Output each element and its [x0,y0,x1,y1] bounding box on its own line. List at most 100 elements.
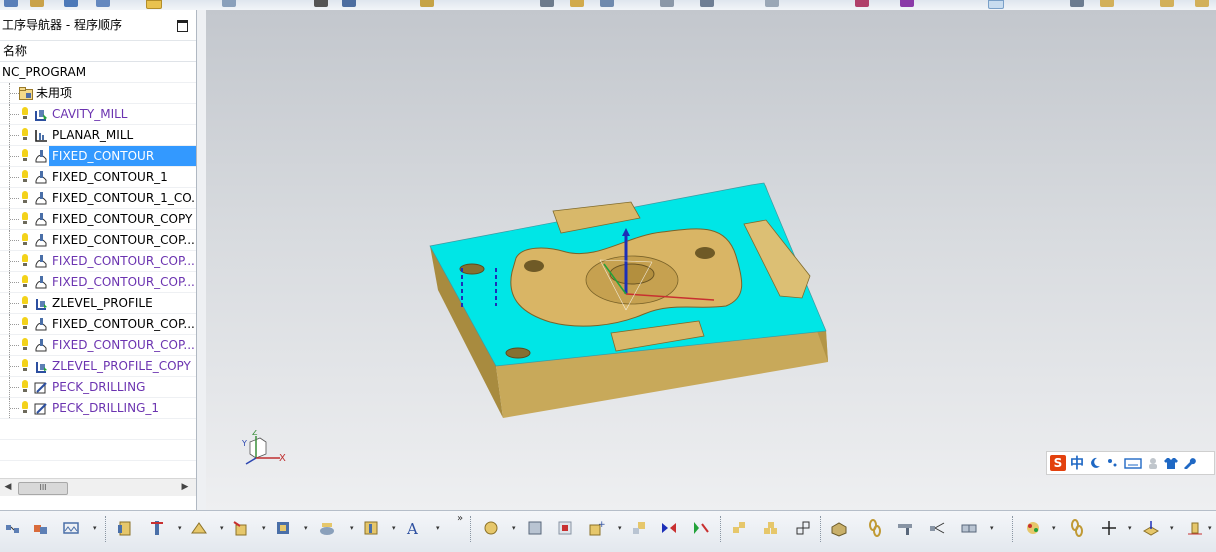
toolbar-icon[interactable] [700,0,714,7]
mirror-icon[interactable] [660,519,678,537]
tree-item-operation[interactable]: FIXED_CONTOUR_COP... [0,230,196,251]
generate-path-icon[interactable] [318,519,336,537]
tree-item-operation[interactable]: FIXED_CONTOUR_COP... [0,251,196,272]
blank-icon[interactable] [526,519,544,537]
create-method-icon[interactable] [232,519,250,537]
toolbar-icon[interactable] [342,0,356,7]
machine-tool-view-icon[interactable] [32,519,50,537]
cube-chain-icon[interactable] [794,519,812,537]
tree-item-unused[interactable]: 未用项 [0,83,196,104]
part-model[interactable] [206,10,1216,510]
toolbar-icon[interactable] [1160,0,1174,7]
tree-connector [9,104,22,124]
toolbar-icon[interactable] [988,0,1004,9]
chain-link-icon[interactable] [1068,519,1086,537]
assembly-icon[interactable] [960,519,978,537]
scrollbar-thumb[interactable]: III [18,482,68,495]
bulb-icon [22,380,28,392]
fixed-contour-icon [35,150,47,163]
tree-item-operation[interactable]: FIXED_CONTOUR_1_CO... [0,188,196,209]
create-operation-icon[interactable] [274,519,292,537]
postprocess-icon[interactable]: A [405,519,423,537]
tree-root-nc-program[interactable]: NC_PROGRAM [0,62,196,83]
horizontal-scrollbar[interactable]: ◀ III ▶ [0,478,196,496]
tree-connector [9,251,22,271]
tree-item-operation[interactable]: ZLEVEL_PROFILE [0,293,196,314]
tree-item-operation[interactable]: PECK_DRILLING [0,377,196,398]
arrows-split-icon[interactable] [692,519,710,537]
tree-item-operation[interactable]: FIXED_CONTOUR [0,146,196,167]
geometry-view-icon[interactable] [62,519,80,537]
moon-icon[interactable] [1088,457,1102,469]
tree-item-operation[interactable]: PLANAR_MILL [0,125,196,146]
tree-item-operation[interactable]: FIXED_CONTOUR_1 [0,167,196,188]
tree-item-operation[interactable]: CAVITY_MILL [0,104,196,125]
add-feature-icon[interactable]: + [588,519,606,537]
folder-icon [19,87,33,100]
tree-connector [9,230,22,250]
tree-item-operation[interactable]: FIXED_CONTOUR_COPY [0,209,196,230]
toolbar-icon[interactable] [1070,0,1084,7]
toolbar-icon[interactable] [222,0,236,7]
wrench-icon[interactable] [1182,457,1196,469]
skin-shirt-icon[interactable] [1164,457,1178,469]
toolbar-icon[interactable] [900,0,914,7]
toolbar-icon[interactable] [570,0,584,7]
tree-item-operation[interactable]: FIXED_CONTOUR_COP... [0,314,196,335]
tree-item-operation[interactable]: FIXED_CONTOUR_COP... [0,272,196,293]
punctuation-icon[interactable] [1106,457,1120,469]
fixed-contour-icon [35,276,47,289]
toolbar-icon[interactable] [855,0,869,7]
cube-group-icon[interactable] [762,519,780,537]
graphics-viewport[interactable]: X Y Z [206,10,1216,510]
toolbar-icon[interactable] [64,0,78,7]
feed-tree-icon[interactable] [928,519,946,537]
plane-icon[interactable] [1142,519,1160,537]
toolbar-icon[interactable] [4,0,18,7]
datum-csys-icon[interactable] [1186,519,1204,537]
maximize-icon[interactable] [177,20,188,32]
create-tool-icon[interactable] [148,519,166,537]
tool-path-edit-icon[interactable] [482,519,500,537]
operation-label: PECK_DRILLING [52,380,146,394]
scroll-right-icon[interactable]: ▶ [180,482,190,492]
toolbar-icon[interactable] [765,0,779,7]
chain-link-icon[interactable] [866,519,884,537]
list-icon[interactable] [556,519,574,537]
point-icon[interactable] [1100,519,1118,537]
program-view-icon[interactable] [4,519,22,537]
toolbar-icon[interactable] [96,0,110,7]
toolbar-icon[interactable] [314,0,328,7]
verify-path-icon[interactable] [362,519,380,537]
view-triad: X Y Z [241,430,286,465]
create-geometry-icon[interactable] [190,519,208,537]
toolbar-icon[interactable] [30,0,44,7]
scroll-left-icon[interactable]: ◀ [3,482,13,492]
toolbar-icon[interactable] [540,0,554,7]
user-icon[interactable] [1146,457,1160,469]
toolbar-icon[interactable] [420,0,434,7]
workpiece-icon[interactable] [830,519,848,537]
tree-item-operation[interactable]: FIXED_CONTOUR_COP... [0,335,196,356]
color-tool-icon[interactable] [1024,519,1042,537]
toolbar-icon[interactable] [1195,0,1209,7]
transform-icon[interactable] [630,519,648,537]
tree-item-operation[interactable]: PECK_DRILLING_1 [0,398,196,419]
toolbar-icon[interactable] [660,0,674,7]
bulb-icon [22,170,28,182]
ime-logo[interactable]: S [1050,455,1066,471]
keyboard-icon[interactable] [1124,457,1142,469]
operation-label: FIXED_CONTOUR_COP... [52,338,195,352]
ime-mode-toggle[interactable]: 中 [1070,453,1084,473]
fixed-contour-icon [35,192,47,205]
toolbar-icon[interactable] [600,0,614,7]
tree-connector [9,209,22,229]
island-hole [524,260,544,272]
toolbar-icon[interactable] [146,0,162,9]
tree-item-operation[interactable]: ZLEVEL_PROFILE_COPY [0,356,196,377]
column-header-name[interactable]: 名称 [0,41,196,62]
measure-icon[interactable] [896,519,914,537]
create-program-icon[interactable] [116,519,134,537]
cube-link-icon[interactable] [730,519,748,537]
toolbar-icon[interactable] [1100,0,1114,7]
